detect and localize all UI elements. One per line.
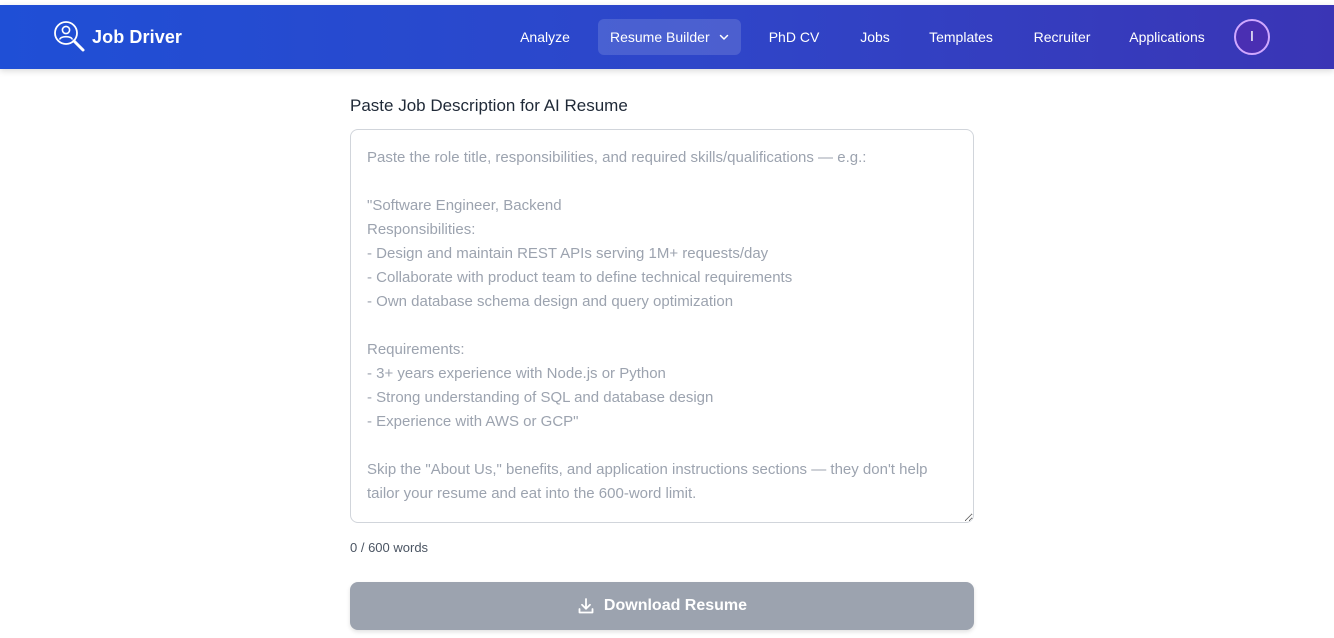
nav-item-templates[interactable]: Templates — [918, 19, 1004, 55]
nav-item-analyze[interactable]: Analyze — [506, 19, 584, 55]
top-navbar: Job Driver Analyze Resume Builder PhD CV… — [0, 5, 1334, 69]
nav-item-resume-builder[interactable]: Resume Builder — [598, 19, 741, 55]
download-icon — [578, 598, 594, 614]
nav-item-jobs[interactable]: Jobs — [848, 19, 902, 55]
user-avatar[interactable]: I — [1234, 19, 1270, 55]
word-count: 0 / 600 words — [350, 540, 429, 555]
download-resume-button[interactable]: Download Resume — [350, 582, 974, 630]
job-description-label: Paste Job Description for AI Resume — [350, 96, 628, 115]
main-nav: Analyze Resume Builder PhD CV Jobs Templ… — [0, 19, 1334, 55]
nav-item-phd-cv[interactable]: PhD CV — [756, 19, 832, 55]
nav-item-resume-builder-label: Resume Builder — [610, 29, 710, 45]
job-description-input[interactable] — [350, 129, 974, 523]
download-resume-label: Download Resume — [603, 597, 748, 614]
chevron-down-icon — [719, 34, 728, 40]
nav-item-recruiter[interactable]: Recruiter — [1021, 19, 1103, 55]
nav-item-applications[interactable]: Applications — [1118, 19, 1216, 55]
